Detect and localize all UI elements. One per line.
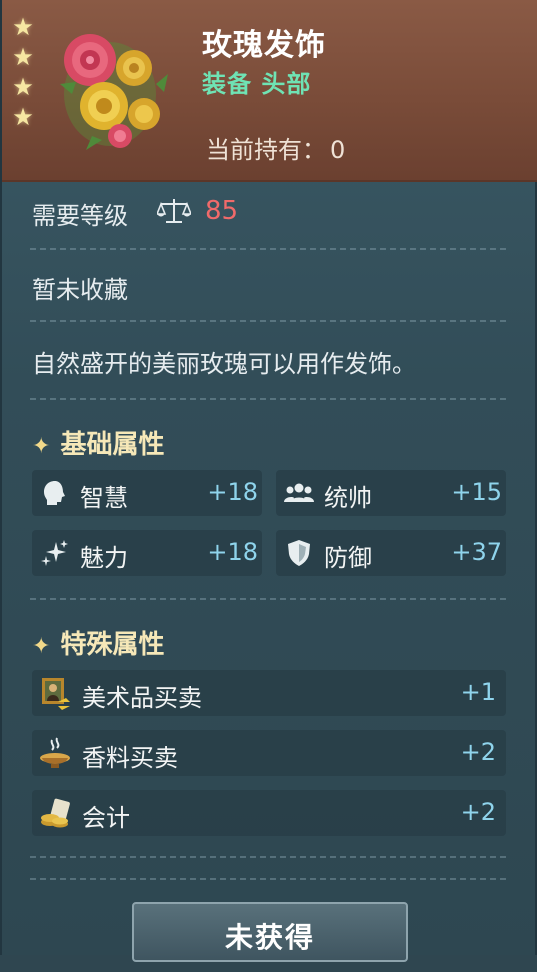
attr-charm: 魅力 +18 bbox=[32, 530, 262, 576]
attr-label: 统帅 bbox=[324, 484, 372, 512]
attr-value: +37 bbox=[451, 538, 502, 566]
incense-icon bbox=[40, 737, 70, 768]
divider bbox=[30, 320, 506, 322]
basic-attributes-title: ✦ 基础属性 bbox=[32, 424, 164, 461]
scale-icon bbox=[157, 199, 191, 223]
special-attr-label: 会计 bbox=[82, 804, 130, 832]
special-attr-value: +2 bbox=[460, 738, 496, 766]
attr-value: +15 bbox=[451, 478, 502, 506]
special-attr-value: +2 bbox=[460, 798, 496, 826]
attr-value: +18 bbox=[207, 538, 258, 566]
holding-value: 0 bbox=[330, 136, 346, 164]
attr-label: 防御 bbox=[324, 544, 372, 572]
special-attributes-label: 特殊属性 bbox=[60, 630, 165, 660]
shield-icon bbox=[288, 540, 310, 566]
item-type: 装备 头部 bbox=[202, 70, 312, 98]
special-attr-accounting: 会计 +2 bbox=[32, 790, 506, 836]
collection-status: 暂未收藏 bbox=[32, 276, 128, 304]
holding-count: 当前持有： 0 bbox=[202, 130, 345, 165]
attr-wisdom: 智慧 +18 bbox=[32, 470, 262, 516]
special-attributes-title: ✦ 特殊属性 bbox=[32, 624, 164, 661]
star-icon: ★ bbox=[12, 73, 34, 101]
divider bbox=[30, 598, 506, 600]
star-icon: ★ bbox=[12, 13, 34, 41]
special-attr-value: +1 bbox=[460, 678, 496, 706]
painting-icon bbox=[42, 678, 70, 710]
sparkle-icon bbox=[41, 540, 68, 566]
head-icon bbox=[44, 481, 65, 505]
sparkle-icon: ✦ bbox=[32, 434, 51, 459]
star-icon: ★ bbox=[12, 103, 34, 131]
attr-leadership: 统帅 +15 bbox=[276, 470, 506, 516]
group-icon bbox=[284, 483, 314, 502]
not-obtained-button[interactable]: 未获得 bbox=[132, 902, 408, 962]
required-level-label: 需要等级 bbox=[32, 202, 128, 230]
special-attr-label: 美术品买卖 bbox=[82, 684, 202, 712]
divider bbox=[30, 878, 506, 880]
required-level-value: 85 bbox=[205, 196, 239, 226]
attr-label: 智慧 bbox=[80, 484, 128, 512]
star-rating: ★ ★ ★ ★ bbox=[10, 12, 36, 132]
item-name: 玫瑰发饰 bbox=[202, 28, 326, 63]
divider bbox=[30, 856, 506, 858]
star-icon: ★ bbox=[12, 43, 34, 71]
basic-attributes-label: 基础属性 bbox=[60, 430, 165, 460]
divider bbox=[30, 248, 506, 250]
item-description: 自然盛开的美丽玫瑰可以用作发饰。 bbox=[32, 350, 416, 378]
special-attr-spice-trade: 香料买卖 +2 bbox=[32, 730, 506, 776]
item-header: ★ ★ ★ ★ 玫瑰发饰 装备 头部 当前持有： 0 bbox=[2, 0, 537, 182]
divider bbox=[30, 398, 506, 400]
attr-defense: 防御 +37 bbox=[276, 530, 506, 576]
attr-label: 魅力 bbox=[80, 544, 128, 572]
special-attr-label: 香料买卖 bbox=[82, 744, 178, 772]
attr-value: +18 bbox=[207, 478, 258, 506]
sparkle-icon: ✦ bbox=[32, 634, 51, 659]
rose-hair-ornament-icon bbox=[60, 34, 168, 150]
coins-icon bbox=[41, 798, 70, 828]
special-attr-art-trade: 美术品买卖 +1 bbox=[32, 670, 506, 716]
item-detail-card: ★ ★ ★ ★ 玫瑰发饰 装备 头部 当前持有： 0 需要等级 85 暂未收藏 … bbox=[0, 0, 537, 962]
holding-label: 当前持有： bbox=[206, 136, 326, 164]
